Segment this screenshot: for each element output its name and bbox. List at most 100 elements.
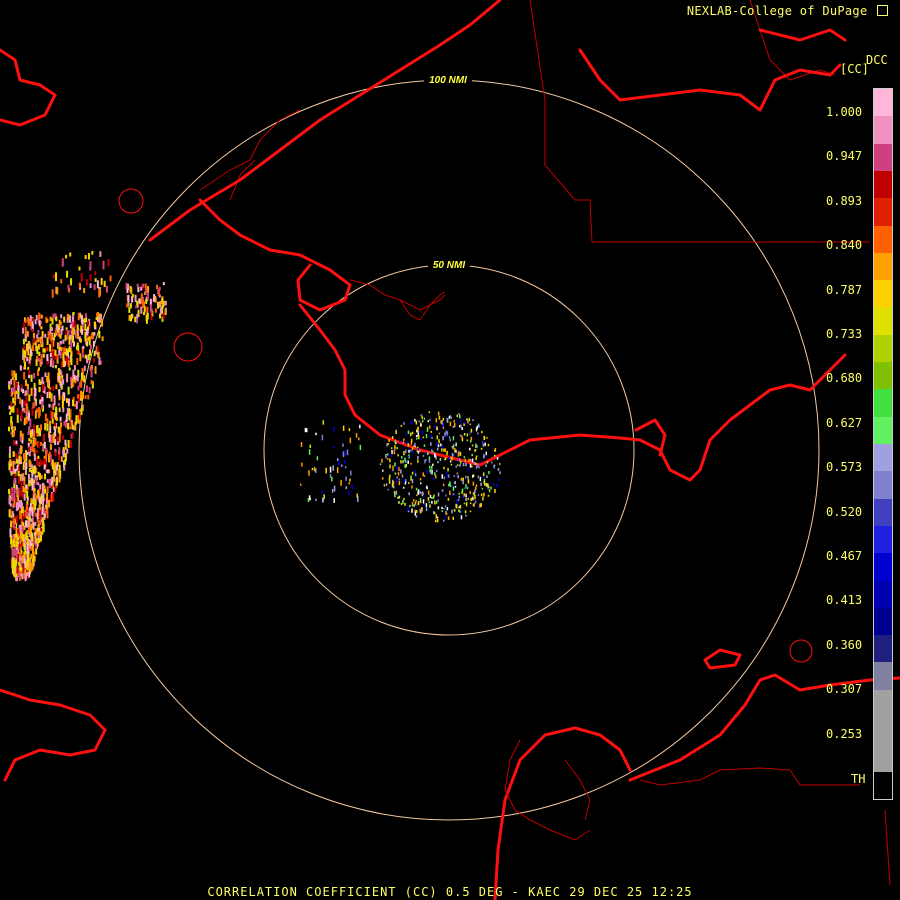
- echo-pixel: [472, 496, 474, 501]
- echo-pixel: [453, 508, 456, 512]
- echo-pixel: [456, 414, 459, 418]
- echo-pixel: [46, 486, 49, 494]
- echo-pixel: [35, 477, 38, 485]
- echo-pixel: [410, 438, 413, 444]
- echo-pixel: [134, 316, 137, 323]
- echo-pixel: [437, 461, 439, 464]
- echo-pixel: [37, 330, 40, 335]
- echo-pixel: [11, 370, 14, 377]
- echo-pixel: [321, 490, 323, 494]
- echo-pixel: [134, 295, 137, 303]
- echo-pixel: [449, 460, 452, 463]
- echo-pixel: [421, 430, 424, 435]
- echo-pixel: [19, 557, 22, 561]
- echo-pixel: [399, 440, 401, 443]
- echo-pixel: [57, 454, 60, 461]
- echo-pixel: [474, 489, 476, 494]
- echo-pixel: [465, 502, 468, 507]
- echo-pixel: [467, 497, 469, 500]
- echo-pixel: [35, 339, 38, 344]
- echo-pixel: [397, 454, 399, 457]
- echo-pixel: [473, 502, 475, 507]
- echo-pixel: [461, 510, 463, 513]
- echo-pixel: [13, 370, 16, 378]
- echo-pixel: [427, 452, 429, 456]
- echo-pixel: [8, 385, 11, 390]
- echo-pixel: [395, 478, 398, 483]
- legend-color-segment: [874, 471, 892, 500]
- echo-pixel: [61, 325, 64, 331]
- echo-pixel: [344, 460, 346, 465]
- echo-pixel: [389, 458, 391, 463]
- echo-pixel: [337, 460, 340, 466]
- echo-pixel: [146, 293, 149, 300]
- range-ring-100-label: 100 NMI: [429, 75, 467, 86]
- echo-pixel: [30, 518, 33, 522]
- echo-pixel: [455, 465, 457, 469]
- echo-pixel: [429, 494, 432, 499]
- legend-color-segment: [874, 662, 892, 691]
- echo-pixel: [434, 425, 436, 429]
- legend-color-segment: [874, 389, 892, 418]
- echo-pixel: [80, 379, 83, 388]
- echo-pixel: [89, 266, 92, 271]
- echo-pixel: [331, 476, 333, 482]
- echo-pixel: [427, 420, 430, 423]
- echo-pixel: [16, 465, 19, 471]
- echo-pixel: [37, 367, 40, 371]
- echo-pixel: [469, 490, 471, 494]
- echo-pixel: [46, 469, 49, 474]
- echo-pixel: [499, 471, 501, 474]
- echo-pixel: [470, 459, 472, 462]
- echo-pixel: [342, 443, 344, 447]
- echo-pixel: [18, 543, 21, 550]
- echo-pixel: [95, 313, 98, 317]
- echo-pixel: [461, 435, 463, 440]
- echo-pixel: [407, 460, 409, 464]
- echo-pixel: [46, 392, 49, 399]
- echo-pixel: [93, 284, 96, 290]
- echo-pixel: [463, 456, 466, 459]
- echo-pixel: [91, 250, 94, 255]
- echo-pixel: [452, 425, 455, 428]
- echo-pixel: [457, 452, 460, 457]
- echo-pixel: [398, 501, 400, 504]
- echo-pixel: [385, 454, 387, 459]
- echo-pixel: [388, 439, 390, 442]
- echo-pixel: [14, 468, 17, 473]
- echo-pixel: [13, 473, 16, 478]
- echo-pixel: [393, 448, 396, 451]
- echo-pixel: [127, 295, 130, 303]
- echo-pixel: [15, 550, 18, 559]
- echo-pixel: [445, 435, 448, 438]
- echo-pixel: [80, 408, 83, 416]
- echo-pixel: [55, 406, 58, 415]
- echo-pixel: [401, 475, 404, 478]
- external-link-icon[interactable]: [877, 5, 888, 16]
- echo-pixel: [150, 315, 153, 321]
- echo-pixel: [407, 455, 409, 458]
- echo-pixel: [35, 548, 38, 555]
- echo-pixel: [32, 549, 35, 555]
- echo-pixel: [41, 401, 44, 410]
- echo-pixel: [30, 464, 33, 469]
- echo-pixel: [36, 527, 39, 533]
- echo-pixel: [414, 509, 416, 512]
- echo-pixel: [17, 470, 20, 477]
- echo-pixel: [390, 447, 393, 449]
- echo-pixel: [441, 425, 444, 428]
- echo-pixel: [469, 423, 472, 426]
- range-ring-50: [263, 264, 635, 636]
- echo-pixel: [485, 451, 488, 456]
- echo-pixel: [435, 469, 438, 473]
- echo-pixel: [428, 456, 431, 460]
- echo-pixel: [435, 500, 438, 504]
- echo-pixel: [348, 491, 350, 496]
- echo-pixel: [400, 424, 403, 427]
- echo-pixel: [387, 443, 390, 445]
- echo-pixel: [13, 378, 16, 388]
- echo-pixel: [428, 501, 431, 504]
- coastlines: [0, 0, 900, 900]
- echo-pixel: [23, 481, 26, 486]
- echo-pixel: [62, 435, 65, 440]
